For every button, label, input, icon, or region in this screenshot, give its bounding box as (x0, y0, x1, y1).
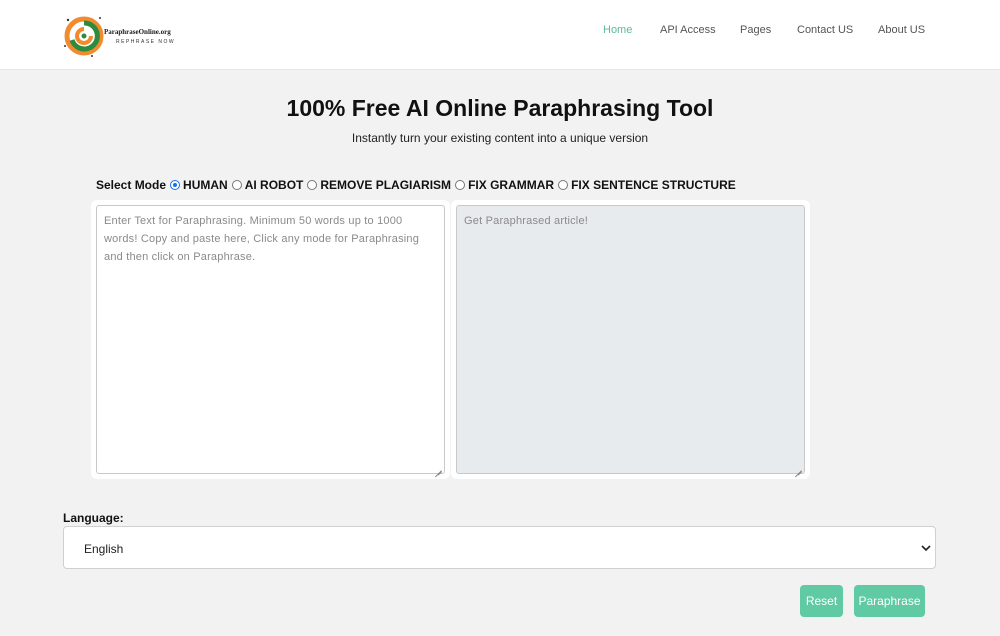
chevron-down-icon (921, 545, 931, 552)
nav-home[interactable]: Home (603, 24, 632, 36)
mode-option-human[interactable]: HUMAN (170, 178, 228, 192)
language-selected-value: English (84, 542, 124, 556)
logo-tagline: REPHRASE NOW (116, 39, 176, 45)
mode-ai-robot-label: AI ROBOT (244, 178, 304, 192)
logo-spiral-icon (64, 16, 104, 57)
site-logo[interactable]: ParaphraseOnline.org REPHRASE NOW (62, 12, 192, 60)
resize-handle-icon[interactable] (435, 464, 442, 471)
page-title: 100% Free AI Online Paraphrasing Tool (286, 95, 714, 121)
mode-fix-grammar-label: FIX GRAMMAR (468, 178, 555, 192)
mode-option-fix-grammar[interactable]: FIX GRAMMAR (455, 178, 554, 192)
input-textarea[interactable]: Enter Text for Paraphrasing. Minimum 50 … (96, 205, 445, 474)
mode-option-remove-plagiarism[interactable]: REMOVE PLAGIARISM (307, 178, 451, 192)
mode-selector: Select Mode HUMAN AI ROBOT REMOVE PLAGIA… (96, 177, 740, 193)
resize-handle-icon[interactable] (795, 464, 802, 471)
nav-pages[interactable]: Pages (740, 24, 771, 36)
output-panel: Get Paraphrased article! (451, 200, 810, 479)
logo-name: ParaphraseOnline.org (104, 28, 171, 36)
mode-selector-label: Select Mode (96, 178, 167, 192)
mode-fix-grammar-radio[interactable] (455, 180, 466, 190)
output-placeholder: Get Paraphrased article! (464, 215, 589, 227)
mode-fix-sentence-structure-label: FIX SENTENCE STRUCTURE (571, 178, 736, 192)
nav-contact-us[interactable]: Contact US (797, 24, 853, 36)
nav-api-access[interactable]: API Access (660, 24, 716, 36)
mode-option-ai-robot[interactable]: AI ROBOT (231, 178, 304, 192)
mode-ai-robot-radio[interactable] (231, 180, 242, 190)
language-label: Language: (63, 511, 124, 525)
page-subtitle: Instantly turn your existing content int… (351, 131, 649, 145)
mode-option-fix-sentence-structure[interactable]: FIX SENTENCE STRUCTURE (558, 178, 736, 192)
mode-fix-sentence-structure-radio[interactable] (558, 180, 569, 190)
mode-remove-plagiarism-radio[interactable] (307, 180, 318, 190)
paraphrase-button[interactable]: Paraphrase (854, 585, 925, 617)
nav-about-us[interactable]: About US (878, 24, 925, 36)
mode-remove-plagiarism-label: REMOVE PLAGIARISM (320, 178, 452, 192)
site-header: ParaphraseOnline.org REPHRASE NOW Home A… (0, 0, 1000, 70)
input-placeholder: Enter Text for Paraphrasing. Minimum 50 … (104, 215, 420, 263)
reset-button[interactable]: Reset (800, 585, 843, 617)
output-textarea[interactable]: Get Paraphrased article! (456, 205, 805, 474)
mode-human-label: HUMAN (183, 178, 228, 192)
language-select[interactable]: English (63, 526, 936, 569)
input-panel: Enter Text for Paraphrasing. Minimum 50 … (91, 200, 450, 479)
mode-human-radio[interactable] (170, 180, 181, 190)
